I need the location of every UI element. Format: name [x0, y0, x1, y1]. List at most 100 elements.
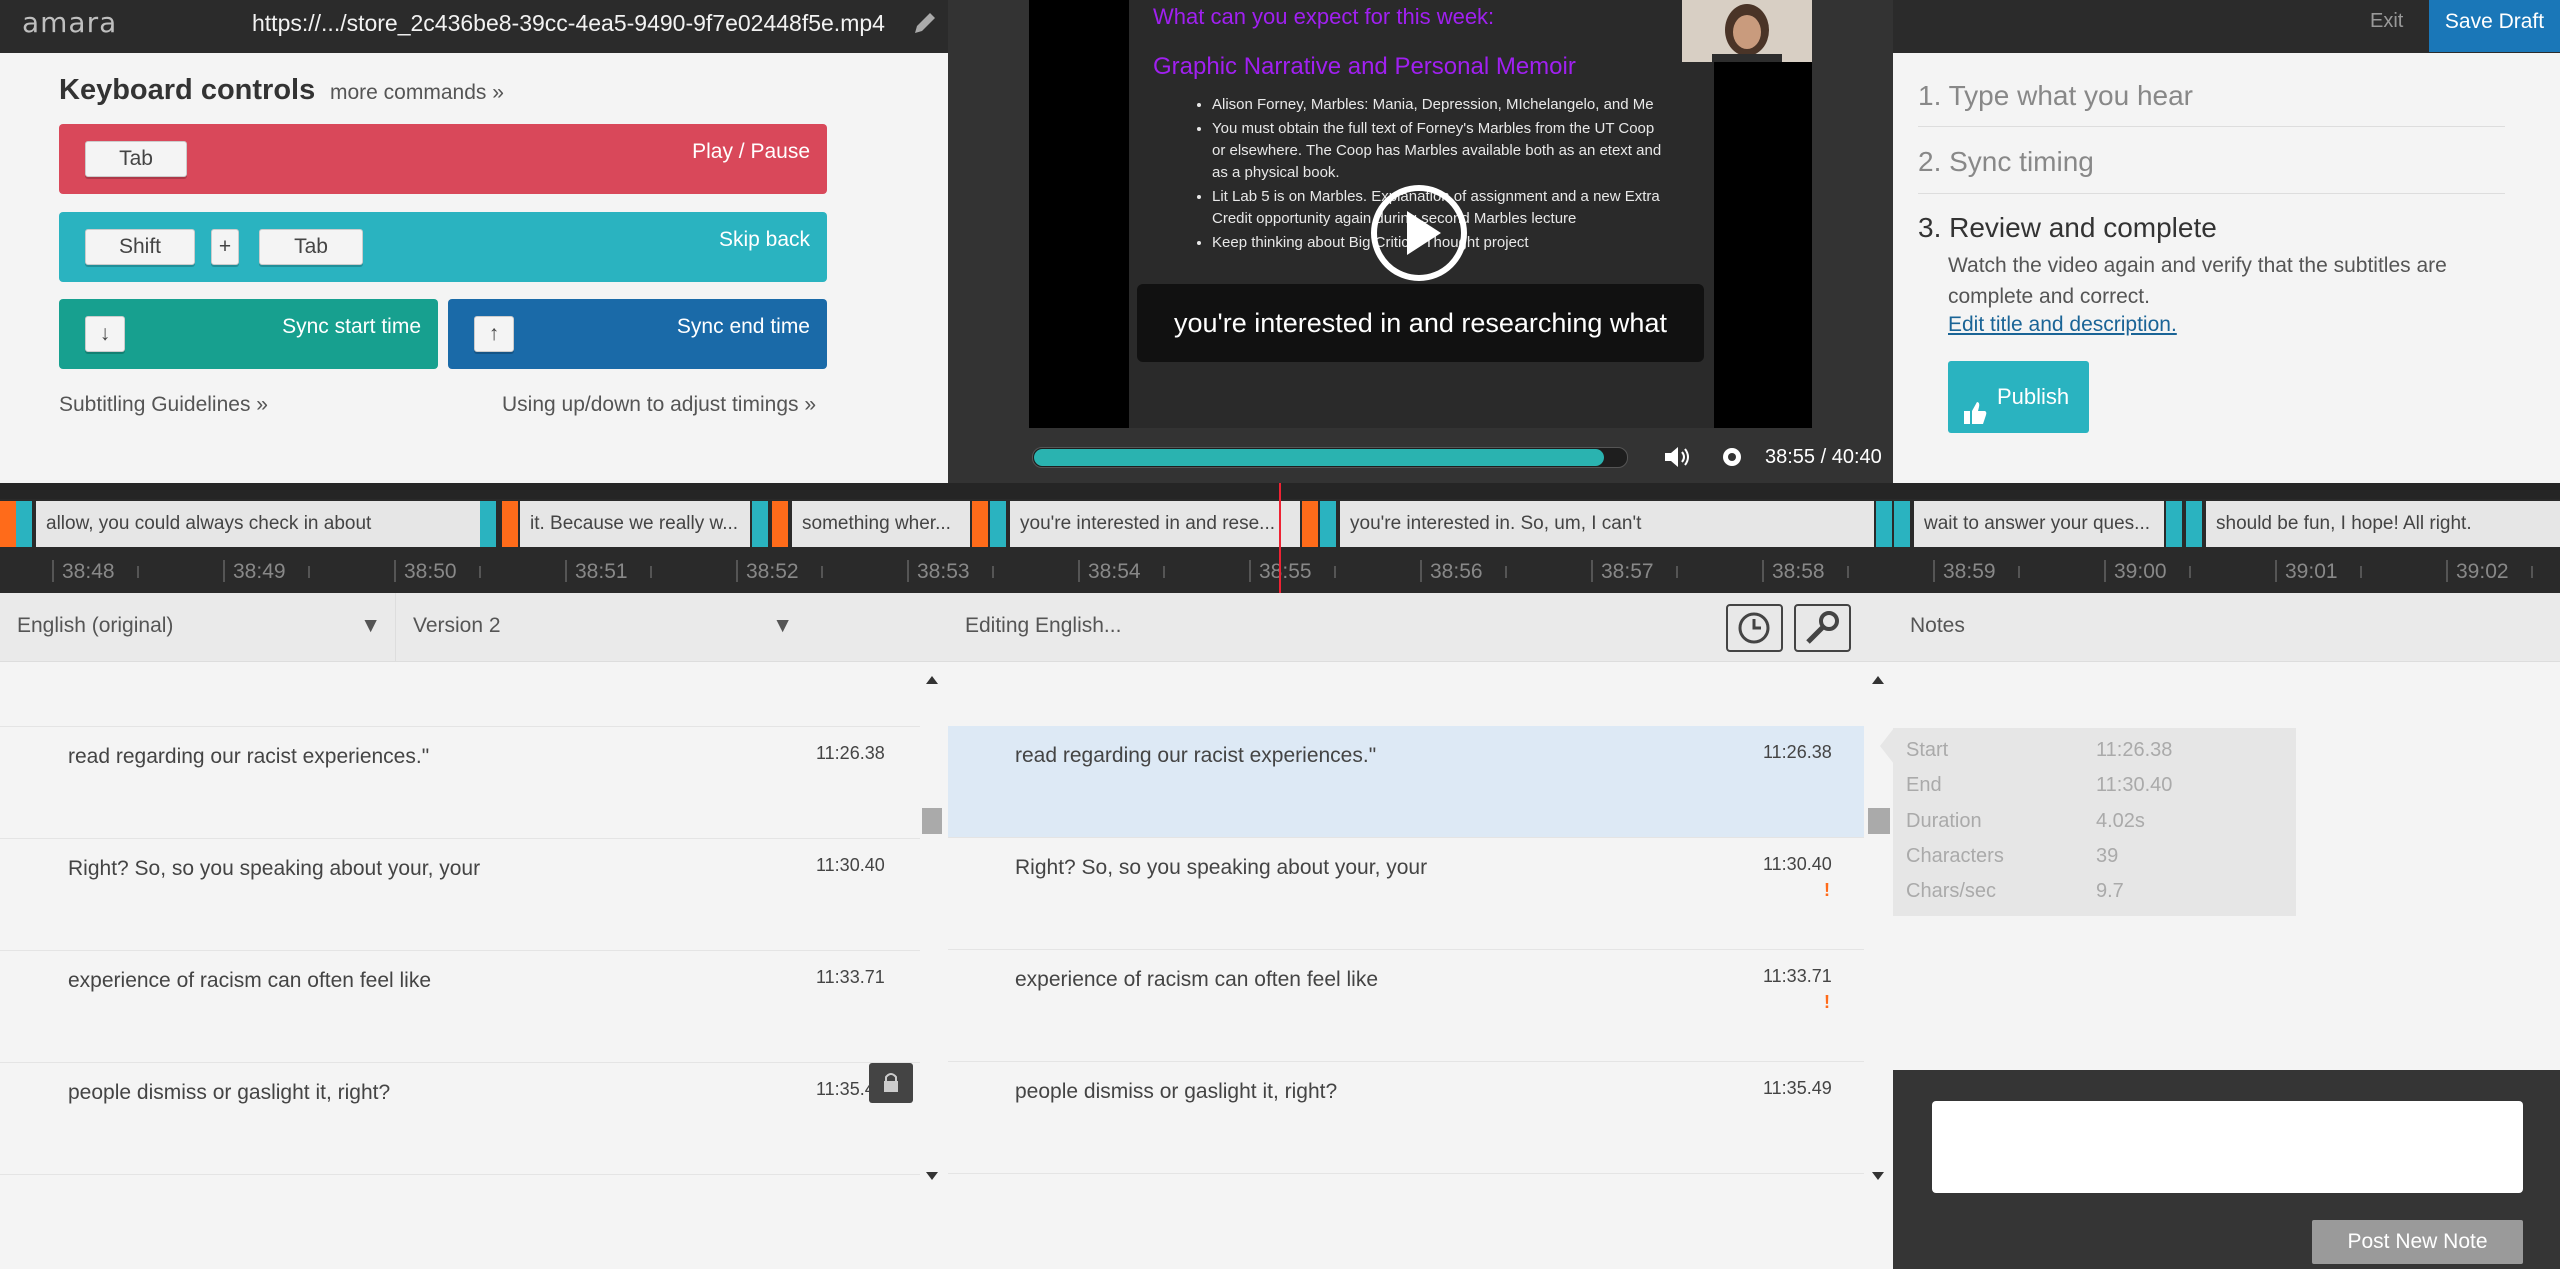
- ruler-tick-mark: [1420, 560, 1422, 582]
- timeline-segment[interactable]: wait to answer your ques...: [1914, 501, 2164, 547]
- subtitle-text[interactable]: Right? So, so you speaking about your, y…: [1015, 856, 1427, 880]
- sync-start-label: Sync start time: [282, 315, 421, 338]
- timeline-segment[interactable]: allow, you could always check in about: [36, 501, 480, 547]
- segment-end-handle[interactable]: [972, 501, 988, 547]
- timeline-segment[interactable]: should be fun, I hope! All right.: [2206, 501, 2560, 547]
- language-select[interactable]: English (original) ▼: [0, 593, 396, 662]
- subtitle-text[interactable]: experience of racism can often feel like: [1015, 968, 1378, 992]
- list-item[interactable]: people dismiss or gaslight it, right? 11…: [948, 1062, 1864, 1174]
- amara-logo[interactable]: amara: [22, 6, 117, 39]
- segment-start-handle[interactable]: [1876, 501, 1892, 547]
- ruler-minor-tick: [2531, 566, 2533, 578]
- subtitling-guidelines-link[interactable]: Subtitling Guidelines »: [59, 393, 268, 417]
- ruler-tick-label: 38:49: [233, 560, 286, 583]
- ruler-tick-mark: [2275, 560, 2277, 582]
- ruler-tick-mark: [2446, 560, 2448, 582]
- reference-text: people dismiss or gaslight it, right?: [68, 1081, 391, 1104]
- ruler-tick-label: 38:58: [1772, 560, 1825, 583]
- warning-icon: !: [1824, 992, 1830, 1012]
- new-note-input[interactable]: [1932, 1101, 2523, 1193]
- segment-end-handle[interactable]: [502, 501, 518, 547]
- segment-start-handle[interactable]: [16, 501, 32, 547]
- ruler-tick-label: 38:48: [62, 560, 115, 583]
- post-new-note-button[interactable]: Post New Note: [2312, 1220, 2523, 1264]
- ruler-minor-tick: [137, 566, 139, 578]
- timeline-segment[interactable]: you're interested in and rese...: [1010, 501, 1300, 547]
- reference-text: Right? So, so you speaking about your, y…: [68, 857, 481, 880]
- segment-start-handle[interactable]: [990, 501, 1006, 547]
- timeline-segment[interactable]: you're interested in. So, um, I can't: [1340, 501, 1874, 547]
- segment-start-handle[interactable]: [480, 501, 496, 547]
- segment-start-handle[interactable]: [1320, 501, 1336, 547]
- webcam-thumbnail: [1682, 0, 1812, 62]
- volume-icon[interactable]: [1663, 444, 1693, 470]
- subtitle-text[interactable]: read regarding our racist experiences.": [1015, 744, 1376, 768]
- publish-button[interactable]: Publish: [1948, 361, 2089, 433]
- segment-start-handle[interactable]: [2186, 501, 2202, 547]
- timeline-segment[interactable]: it. Because we really w...: [520, 501, 750, 547]
- skip-back-label: Skip back: [718, 228, 810, 251]
- shift-key: Shift: [85, 229, 195, 265]
- language-label: English (original): [17, 614, 174, 637]
- save-draft-button[interactable]: Save Draft: [2429, 0, 2560, 52]
- ruler-tick-mark: [907, 560, 909, 582]
- play-pause-control[interactable]: Tab Play / Pause: [59, 124, 827, 194]
- version-select[interactable]: Version 2 ▼: [396, 593, 948, 662]
- segment-end-handle[interactable]: [772, 501, 788, 547]
- scroll-down-icon[interactable]: [925, 1168, 939, 1186]
- list-item[interactable]: Right? So, so you speaking about your, y…: [948, 838, 1864, 950]
- lock-icon[interactable]: [869, 1063, 913, 1103]
- ruler-minor-tick: [308, 566, 310, 578]
- slide-bullet: You must obtain the full text of Forney'…: [1212, 118, 1670, 184]
- ruler-tick-mark: [394, 560, 396, 582]
- sync-start-control[interactable]: ↓ Sync start time: [59, 299, 438, 369]
- skip-back-control[interactable]: Shift + Tab Skip back: [59, 212, 827, 282]
- scroll-down-icon[interactable]: [1871, 1168, 1885, 1186]
- info-end-label: End: [1906, 774, 1942, 796]
- tools-wrench-button[interactable]: [1794, 604, 1851, 652]
- scroll-thumb[interactable]: [1868, 808, 1890, 834]
- ruler-tick-label: 39:00: [2114, 560, 2167, 583]
- video-caption: you're interested in and researching wha…: [1137, 284, 1704, 362]
- segment-start-handle[interactable]: [752, 501, 768, 547]
- scroll-up-icon[interactable]: [1871, 672, 1885, 690]
- info-duration-label: Duration: [1906, 810, 1982, 832]
- ruler-tick-mark: [2104, 560, 2106, 582]
- slide-title: What can you expect for this week:: [1153, 4, 1495, 29]
- subtitle-text[interactable]: people dismiss or gaslight it, right?: [1015, 1080, 1337, 1104]
- playhead[interactable]: [1279, 483, 1281, 593]
- list-item-selected[interactable]: read regarding our racist experiences." …: [948, 726, 1864, 838]
- step-divider: [1918, 193, 2505, 194]
- segment-end-handle[interactable]: [0, 501, 16, 547]
- settings-gear-icon[interactable]: [1719, 444, 1745, 470]
- sync-end-control[interactable]: ↑ Sync end time: [448, 299, 827, 369]
- scroll-thumb[interactable]: [922, 808, 942, 834]
- scroll-up-icon[interactable]: [925, 672, 939, 690]
- reference-time: 11:33.71: [816, 967, 885, 987]
- ruler-tick-mark: [1078, 560, 1080, 582]
- list-item: people dismiss or gaslight it, right? 11…: [0, 1063, 920, 1175]
- reference-time: 11:30.40: [816, 855, 885, 875]
- notes-title: Notes: [1910, 614, 1965, 637]
- ruler-tick-mark: [1249, 560, 1251, 582]
- up-down-timings-link[interactable]: Using up/down to adjust timings »: [502, 393, 816, 417]
- edit-title-link[interactable]: Edit title and description.: [1948, 313, 2177, 337]
- history-clock-button[interactable]: [1726, 604, 1783, 652]
- ruler-minor-tick: [2018, 566, 2020, 578]
- edit-url-pencil-icon[interactable]: [910, 8, 940, 38]
- ruler-tick-label: 38:57: [1601, 560, 1654, 583]
- segment-start-handle[interactable]: [1894, 501, 1910, 547]
- reference-scrollbar[interactable]: [922, 662, 942, 1187]
- tab-key: Tab: [85, 141, 187, 177]
- exit-link[interactable]: Exit: [2370, 10, 2403, 33]
- timeline-segment[interactable]: something wher...: [792, 501, 970, 547]
- reference-time: 11:35.4: [816, 1079, 875, 1099]
- more-commands-link[interactable]: more commands »: [330, 81, 504, 105]
- ruler-tick-label: 38:52: [746, 560, 799, 583]
- list-item[interactable]: experience of racism can often feel like…: [948, 950, 1864, 1062]
- segment-start-handle[interactable]: [2166, 501, 2182, 547]
- ruler-tick-mark: [1762, 560, 1764, 582]
- play-button-icon[interactable]: [1371, 185, 1467, 281]
- up-arrow-key: ↑: [474, 316, 514, 352]
- segment-end-handle[interactable]: [1302, 501, 1318, 547]
